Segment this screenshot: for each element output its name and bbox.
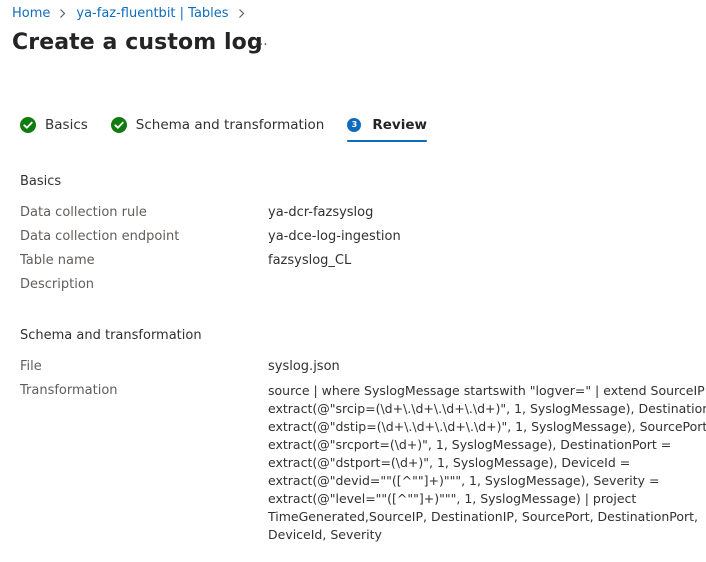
breadcrumb-home-link[interactable]: Home [12, 6, 50, 21]
row-label: Data collection rule [20, 205, 147, 220]
wizard-steps: Basics Schema and transformation 3 Revie… [20, 114, 450, 144]
transformation-line: source | where SyslogMessage startswith … [268, 383, 706, 398]
tab-basics[interactable]: Basics [20, 114, 88, 136]
chevron-right-icon [235, 4, 249, 22]
row-label: File [20, 359, 42, 374]
transformation-line: TimeGenerated,SourceIP, DestinationIP, S… [268, 509, 699, 524]
transformation-line: extract(@"devid=""([^""]+)""", 1, Syslog… [268, 473, 660, 488]
tab-review-label: Review [372, 117, 427, 133]
basics-section-heading: Basics [20, 174, 62, 189]
row-label: Description [20, 277, 95, 292]
row-label: Table name [20, 253, 95, 268]
row-value: ya-dcr-fazsyslog [268, 205, 374, 220]
row-label: Data collection endpoint [20, 229, 180, 244]
transformation-line: extract(@"srcip=(\d+\.\d+\.\d+\.\d+)", 1… [268, 401, 706, 416]
tab-schema-and-transformation[interactable]: Schema and transformation [110, 114, 325, 136]
breadcrumb-tables-link[interactable]: ya-faz-fluentbit | Tables [76, 6, 228, 21]
schema-section-heading: Schema and transformation [20, 328, 202, 343]
check-circle-icon [20, 117, 36, 133]
step-number-badge: 3 [347, 118, 362, 132]
row-value: fazsyslog_CL [268, 253, 352, 268]
transformation-line: extract(@"srcport=(\d+)", 1, SyslogMessa… [268, 437, 672, 452]
tab-schema-label: Schema and transformation [135, 117, 325, 133]
check-circle-icon [110, 117, 127, 133]
transformation-line: extract(@"level=""([^""]+)""", 1, Syslog… [268, 491, 637, 506]
tab-review[interactable]: 3 Review [347, 114, 427, 142]
page-title: Create a custom log [12, 30, 263, 55]
transformation-value: source | where SyslogMessage startswith … [268, 382, 706, 544]
chevron-right-icon [56, 4, 70, 22]
row-value: ya-dce-log-ingestion [268, 229, 401, 244]
tab-basics-label: Basics [45, 117, 88, 133]
row-value: syslog.json [268, 359, 340, 374]
transformation-line: extract(@"dstport=(\d+)", 1, SyslogMessa… [268, 455, 631, 470]
breadcrumb: Home ya-faz-fluentbit | Tables [12, 4, 255, 22]
transformation-line: extract(@"dstip=(\d+\.\d+\.\d+\.\d+)", 1… [268, 419, 706, 434]
transformation-line: DeviceId, Severity [268, 527, 382, 542]
row-label: Transformation [20, 383, 118, 398]
more-options-button[interactable]: ··· [250, 36, 272, 54]
